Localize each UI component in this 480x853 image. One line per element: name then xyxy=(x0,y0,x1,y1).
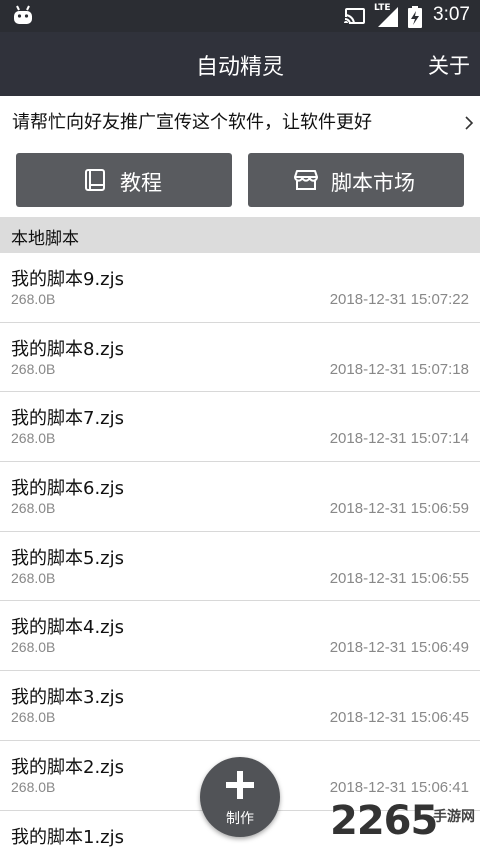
list-item[interactable]: 我的脚本5.zjs 268.0B 2018-12-31 15:06:55 xyxy=(0,532,480,602)
script-market-button[interactable]: 脚本市场 xyxy=(248,153,464,207)
script-name: 我的脚本9.zjs xyxy=(11,269,125,290)
status-bar: LTE 3:07 xyxy=(0,0,480,32)
create-script-fab[interactable]: 制作 xyxy=(200,757,280,837)
clock: 3:07 xyxy=(433,4,470,25)
script-size: 268.0B xyxy=(11,709,56,726)
script-name: 我的脚本6.zjs xyxy=(11,478,125,500)
battery-charging-icon xyxy=(408,6,422,28)
script-date: 2018-12-31 15:07:22 xyxy=(329,291,469,308)
list-item[interactable]: 我的脚本9.zjs 268.0B 2018-12-31 15:07:22 xyxy=(0,253,480,323)
android-notification-icon xyxy=(14,5,32,24)
script-size: 268.0B xyxy=(11,639,56,656)
script-name: 我的脚本8.zjs xyxy=(11,338,125,360)
script-size: 268.0B xyxy=(11,360,56,377)
script-date: 2018-12-31 15:06:49 xyxy=(329,639,469,657)
script-market-label: 脚本市场 xyxy=(331,171,415,195)
about-button[interactable]: 关于 xyxy=(428,50,470,80)
list-item[interactable]: 我的脚本8.zjs 268.0B 2018-12-31 15:07:18 xyxy=(0,323,480,393)
app-title: 自动精灵 xyxy=(195,55,284,80)
list-item[interactable]: 我的脚本4.zjs 268.0B 2018-12-31 15:06:49 xyxy=(0,601,480,672)
script-name: 我的脚本1.zjs xyxy=(11,826,125,848)
promo-banner[interactable]: 请帮忙向好友推广宣传这个软件，让软件更好 xyxy=(0,96,480,144)
script-date: 2018-12-31 15:07:14 xyxy=(329,430,469,448)
plus-icon xyxy=(226,771,254,799)
script-name: 我的脚本2.zjs xyxy=(11,756,125,778)
tutorial-button[interactable]: 教程 xyxy=(16,153,232,207)
section-title: 本地脚本 xyxy=(11,229,79,249)
script-name: 我的脚本4.zjs xyxy=(11,617,125,639)
script-date: 2018-12-31 15:07:18 xyxy=(329,360,469,378)
script-date: 2018-12-31 15:06:59 xyxy=(329,500,469,518)
chevron-right-icon xyxy=(465,116,474,130)
list-item[interactable]: 我的脚本3.zjs 268.0B 2018-12-31 15:06:45 xyxy=(0,671,480,741)
list-item[interactable]: 我的脚本6.zjs 268.0B 2018-12-31 15:06:59 xyxy=(0,462,480,532)
app-bar: 自动精灵 关于 xyxy=(0,32,480,96)
script-size: 268.0B xyxy=(11,291,56,307)
script-size: 268.0B xyxy=(11,778,56,795)
script-date: 2018-12-31 15:06:45 xyxy=(329,709,469,727)
watermark-site: 手游网 xyxy=(433,809,475,825)
book-icon xyxy=(85,169,105,191)
tutorial-label: 教程 xyxy=(120,171,162,195)
cast-icon xyxy=(344,8,365,25)
script-name: 我的脚本3.zjs xyxy=(11,687,125,709)
script-name: 我的脚本5.zjs xyxy=(11,547,125,569)
script-date: 2018-12-31 15:06:55 xyxy=(329,569,469,587)
section-header: 本地脚本 xyxy=(0,217,480,253)
signal-icon xyxy=(378,7,398,27)
create-label: 制作 xyxy=(226,811,254,827)
promo-text: 请帮忙向好友推广宣传这个软件，让软件更好 xyxy=(12,112,372,133)
script-name: 我的脚本7.zjs xyxy=(11,408,125,430)
watermark-number: 2265 xyxy=(330,798,438,844)
list-item[interactable]: 我的脚本7.zjs 268.0B 2018-12-31 15:07:14 xyxy=(0,392,480,463)
script-size: 268.0B xyxy=(11,569,56,586)
script-size: 268.0B xyxy=(11,500,56,517)
script-date: 2018-12-31 15:06:41 xyxy=(329,778,469,796)
store-icon xyxy=(294,170,318,190)
script-size: 268.0B xyxy=(11,430,56,447)
